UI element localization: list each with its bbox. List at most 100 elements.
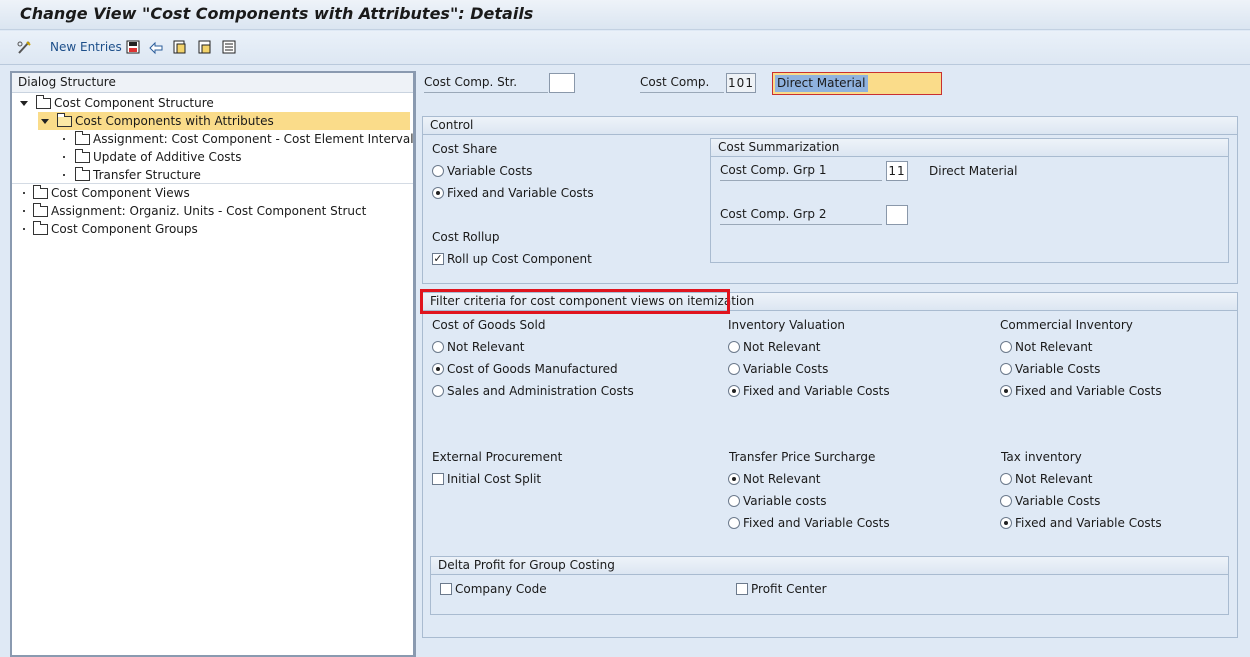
cost-rollup-label: Cost Rollup — [432, 230, 500, 244]
radio-transfer-not-relevant[interactable]: Not Relevant — [728, 472, 821, 486]
open-folder-icon — [57, 112, 72, 127]
cost-comp-label: Cost Comp. — [640, 75, 724, 93]
application-toolbar: New Entries — [0, 31, 1250, 65]
tree-node-cost-component-views[interactable]: Cost Component Views — [20, 184, 190, 202]
initial-cost-split-checkbox[interactable]: Initial Cost Split — [432, 472, 541, 486]
glasses-pen-icon — [17, 41, 31, 54]
delta-profit-title: Delta Profit for Group Costing — [431, 557, 1228, 575]
radio-button-selected-icon — [1000, 517, 1012, 529]
radio-cogs-sales-and-administration[interactable]: Sales and Administration Costs — [432, 384, 634, 398]
radio-button-icon — [432, 385, 444, 397]
tree-node-cost-component-groups[interactable]: Cost Component Groups — [20, 220, 198, 238]
radio-cogs-cost-of-goods-manufactured[interactable]: Cost of Goods Manufactured — [432, 362, 618, 376]
bullet-icon — [63, 174, 65, 176]
folder-icon — [75, 130, 90, 145]
inventory-valuation-label: Inventory Valuation — [728, 318, 846, 332]
folder-icon — [33, 220, 48, 235]
tree-node-cost-component-structure[interactable]: Cost Component Structure — [20, 94, 214, 112]
checkmark-icon: ✓ — [432, 252, 444, 265]
folder-icon — [33, 184, 48, 199]
radio-button-icon — [1000, 473, 1012, 485]
cost-of-goods-sold-label: Cost of Goods Sold — [432, 318, 546, 332]
folder-icon — [36, 94, 51, 109]
company-code-checkbox[interactable]: Company Code — [440, 582, 547, 596]
radio-button-icon — [1000, 495, 1012, 507]
radio-button-icon — [432, 341, 444, 353]
page-title: Change View "Cost Components with Attrib… — [20, 4, 534, 23]
new-entries-button[interactable]: New Entries — [44, 38, 122, 56]
folder-icon — [75, 148, 90, 163]
copy-button[interactable] — [172, 38, 188, 56]
radio-inv-val-fixed-and-variable[interactable]: Fixed and Variable Costs — [728, 384, 890, 398]
new-entries-label: New Entries — [50, 40, 122, 54]
radio-button-icon — [728, 517, 740, 529]
radio-button-icon — [432, 165, 444, 177]
cost-share-label: Cost Share — [432, 142, 498, 156]
bullet-icon — [23, 192, 25, 194]
bullet-icon — [63, 156, 65, 158]
copy-icon — [173, 40, 186, 54]
radio-comm-inv-fixed-and-variable[interactable]: Fixed and Variable Costs — [1000, 384, 1162, 398]
radio-tax-fixed-and-variable[interactable]: Fixed and Variable Costs — [1000, 516, 1162, 530]
cost-comp-description-field[interactable]: Direct Material — [772, 72, 942, 95]
folder-icon — [75, 166, 90, 181]
radio-tax-not-relevant[interactable]: Not Relevant — [1000, 472, 1093, 486]
radio-fixed-and-variable-costs[interactable]: Fixed and Variable Costs — [432, 186, 594, 200]
radio-comm-inv-not-relevant[interactable]: Not Relevant — [1000, 340, 1093, 354]
control-group-title: Control — [423, 117, 1237, 135]
display-change-button[interactable] — [16, 38, 32, 56]
external-procurement-label: External Procurement — [432, 450, 563, 464]
radio-button-icon — [728, 363, 740, 375]
cost-comp-str-field[interactable] — [549, 73, 575, 93]
tax-inventory-label: Tax inventory — [1001, 450, 1082, 464]
radio-button-icon — [728, 341, 740, 353]
bullet-icon — [23, 228, 25, 230]
cost-comp-grp1-description: Direct Material — [929, 164, 1018, 178]
radio-tax-variable-costs[interactable]: Variable Costs — [1000, 494, 1100, 508]
radio-button-selected-icon — [432, 363, 444, 375]
cost-comp-grp2-field[interactable] — [886, 205, 908, 225]
radio-button-selected-icon — [1000, 385, 1012, 397]
radio-button-icon — [728, 495, 740, 507]
radio-cogs-not-relevant[interactable]: Not Relevant — [432, 340, 525, 354]
radio-button-selected-icon — [432, 187, 444, 199]
cost-comp-str-label: Cost Comp. Str. — [424, 75, 548, 93]
tree-node-update-of-additive-costs[interactable]: Update of Additive Costs — [60, 148, 242, 166]
undo-icon — [149, 41, 163, 55]
tree-node-assignment-cost-element-interval[interactable]: Assignment: Cost Component - Cost Elemen… — [60, 130, 414, 148]
radio-button-selected-icon — [728, 385, 740, 397]
annotation-highlight-box — [420, 289, 730, 314]
commercial-inventory-label: Commercial Inventory — [1000, 318, 1133, 332]
radio-variable-costs[interactable]: Variable Costs — [432, 164, 532, 178]
checkbox-icon — [440, 583, 452, 595]
tree-node-transfer-structure[interactable]: Transfer Structure — [60, 166, 201, 184]
expand-arrow-icon[interactable] — [20, 100, 28, 106]
select-all-icon — [222, 40, 236, 54]
select-all-button[interactable] — [221, 38, 237, 56]
radio-inv-val-variable-costs[interactable]: Variable Costs — [728, 362, 828, 376]
checkbox-icon — [736, 583, 748, 595]
profit-center-checkbox[interactable]: Profit Center — [736, 582, 827, 596]
delete-icon — [198, 40, 211, 54]
tree-node-assignment-organiz-units[interactable]: Assignment: Organiz. Units - Cost Compon… — [20, 202, 366, 220]
radio-inv-val-not-relevant[interactable]: Not Relevant — [728, 340, 821, 354]
radio-comm-inv-variable-costs[interactable]: Variable Costs — [1000, 362, 1100, 376]
delete-button[interactable] — [197, 38, 213, 56]
radio-transfer-fixed-and-variable[interactable]: Fixed and Variable Costs — [728, 516, 890, 530]
undo-button[interactable] — [148, 38, 164, 56]
cost-comp-grp1-field[interactable]: 11 — [886, 161, 908, 181]
expand-arrow-icon[interactable] — [41, 118, 49, 124]
radio-transfer-variable-costs[interactable]: Variable costs — [728, 494, 827, 508]
radio-button-selected-icon — [728, 473, 740, 485]
save-button[interactable] — [125, 38, 141, 56]
cost-comp-field[interactable]: 101 — [726, 73, 756, 93]
tree-node-cost-components-with-attributes[interactable]: Cost Components with Attributes — [38, 112, 410, 130]
radio-button-icon — [1000, 341, 1012, 353]
roll-up-cost-component-checkbox[interactable]: ✓ Roll up Cost Component — [432, 252, 592, 266]
dialog-structure-panel: Dialog Structure Cost Component Structur… — [10, 71, 416, 657]
cost-summarization-title: Cost Summarization — [711, 139, 1228, 157]
radio-button-icon — [1000, 363, 1012, 375]
delta-profit-group: Delta Profit for Group Costing — [430, 556, 1229, 615]
cost-comp-description-text: Direct Material — [775, 75, 868, 92]
bullet-icon — [23, 210, 25, 212]
